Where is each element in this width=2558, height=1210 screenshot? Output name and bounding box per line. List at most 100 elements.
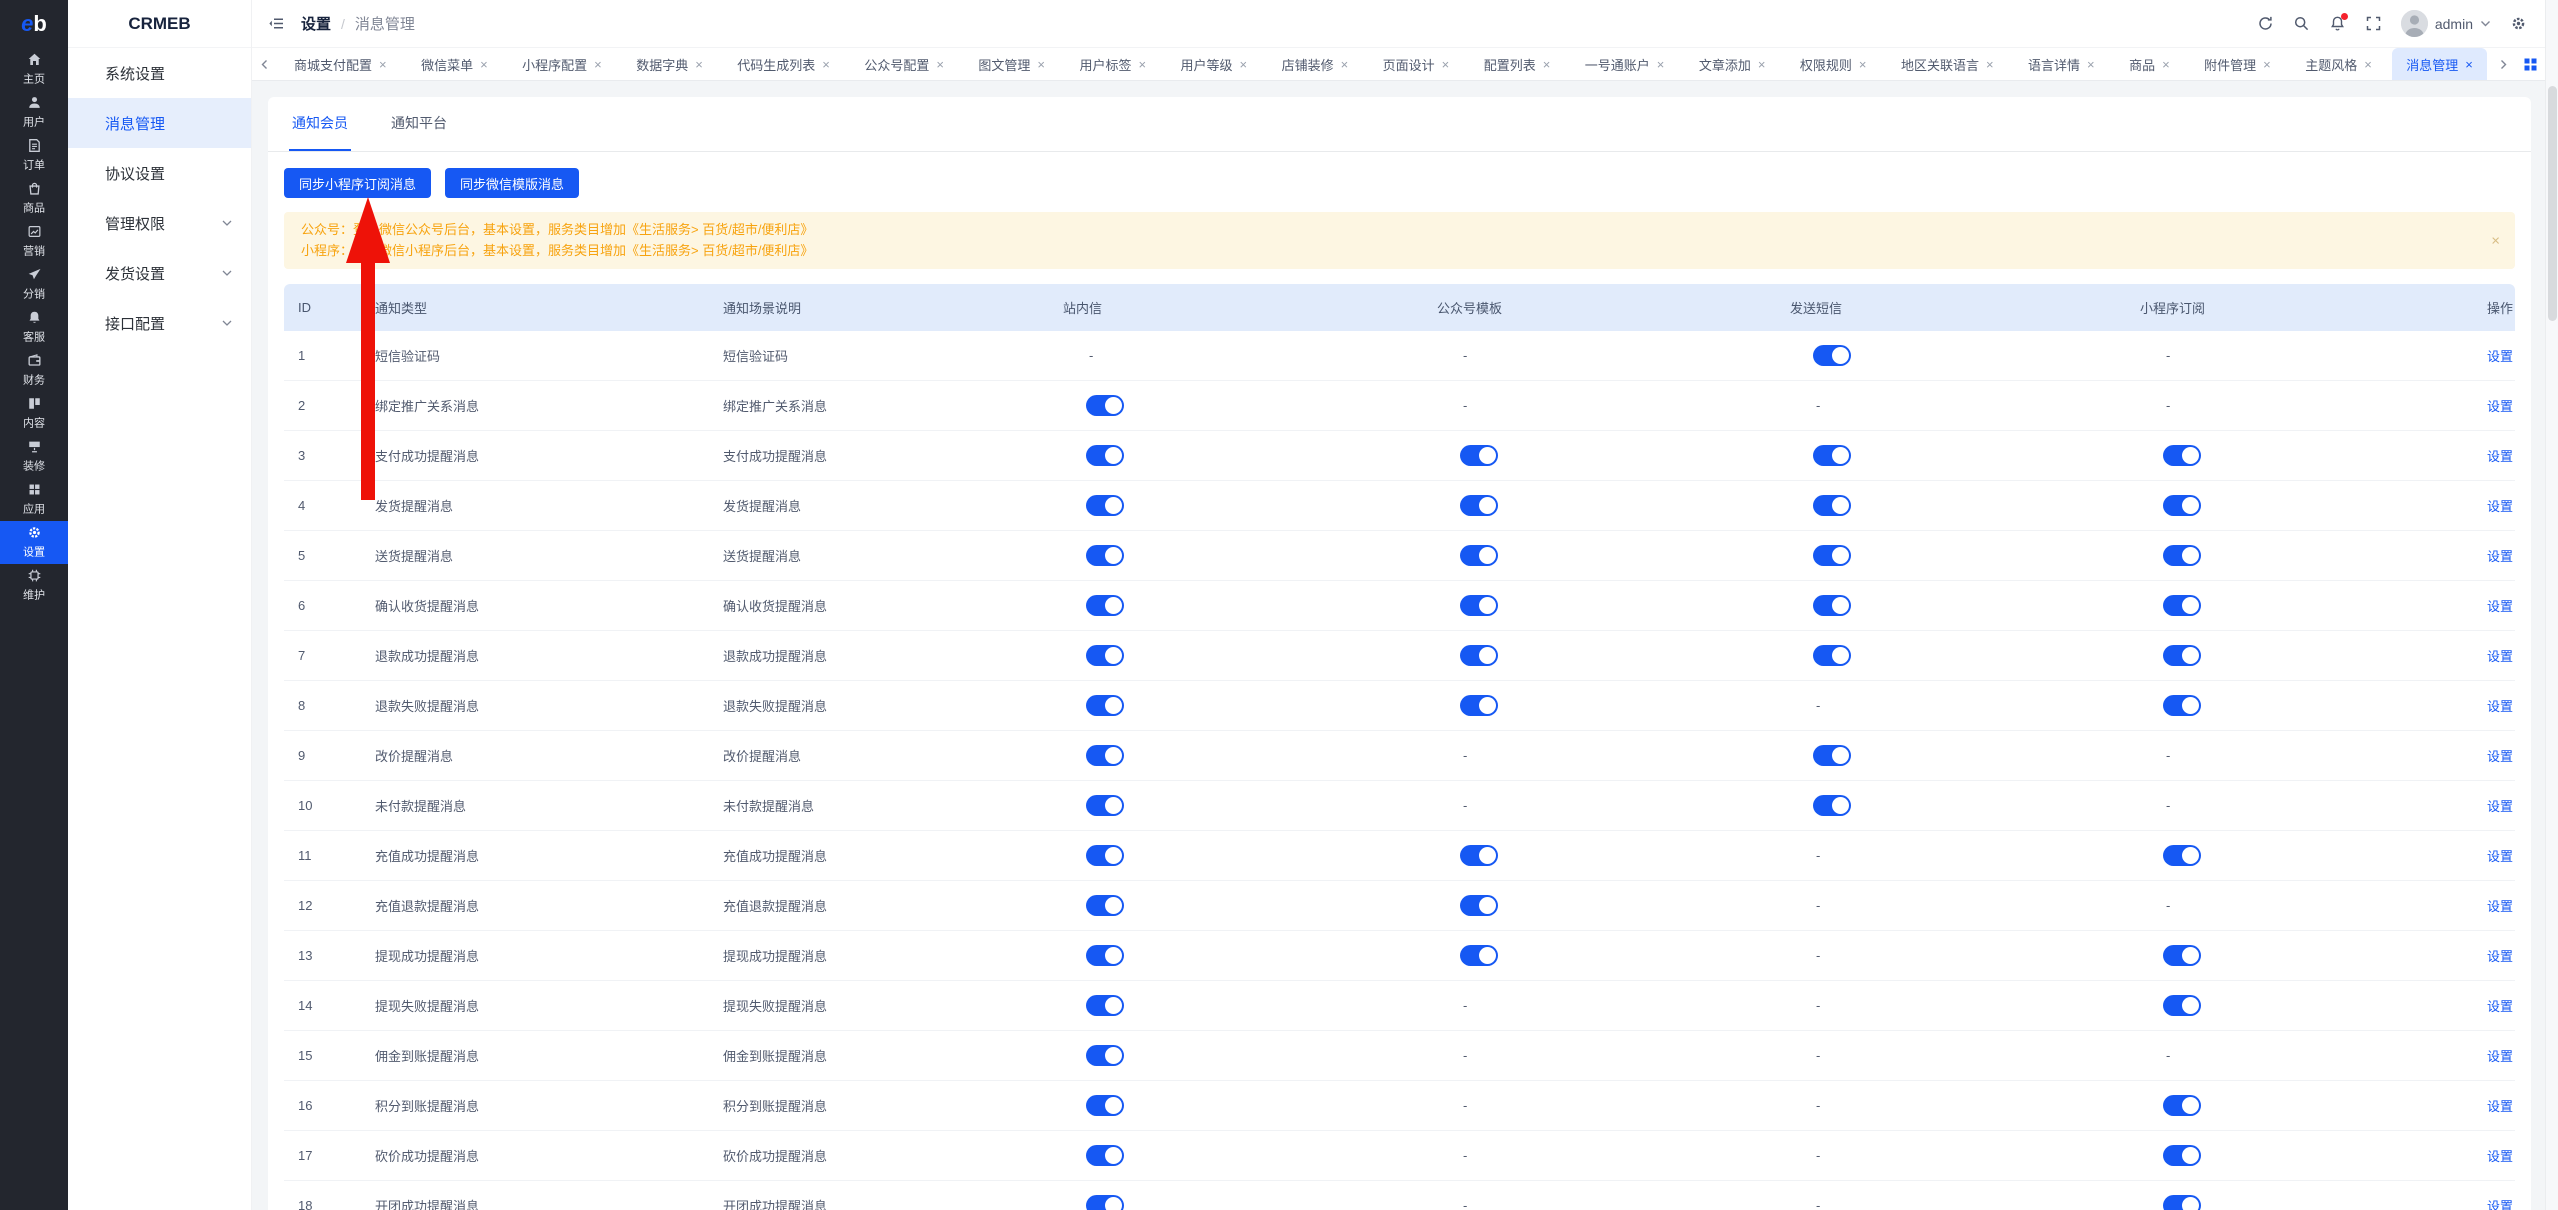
sidebar-item-agreement-settings[interactable]: 协议设置 xyxy=(68,148,251,198)
toggle-site-message[interactable] xyxy=(1086,645,1124,666)
toggle-site-message[interactable] xyxy=(1086,1045,1124,1066)
rail-item-goods[interactable]: 商品 xyxy=(0,177,68,220)
window-tab-16[interactable]: 语言详情 × xyxy=(2014,48,2109,80)
close-icon[interactable]: × xyxy=(2465,57,2473,72)
settings-link[interactable]: 设置 xyxy=(2487,399,2513,414)
search-icon[interactable] xyxy=(2293,15,2310,32)
window-tab-11[interactable]: 配置列表 × xyxy=(1470,48,1565,80)
toggle-send-sms[interactable] xyxy=(1813,745,1851,766)
close-icon[interactable]: × xyxy=(1859,57,1867,72)
rail-item-marketing[interactable]: 营销 xyxy=(0,220,68,263)
settings-link[interactable]: 设置 xyxy=(2487,1099,2513,1114)
toggle-miniprogram-subscribe[interactable] xyxy=(2163,495,2201,516)
toggle-official-template[interactable] xyxy=(1460,645,1498,666)
sync-miniprogram-subscribe-button[interactable]: 同步小程序订阅消息 xyxy=(284,168,432,198)
sidebar-item-admin-permission[interactable]: 管理权限 xyxy=(68,198,251,248)
toggle-miniprogram-subscribe[interactable] xyxy=(2163,695,2201,716)
settings-link[interactable]: 设置 xyxy=(2487,649,2513,664)
toggle-send-sms[interactable] xyxy=(1813,545,1851,566)
sidebar-item-message-management[interactable]: 消息管理 xyxy=(68,98,251,148)
close-icon[interactable]: × xyxy=(1037,57,1045,72)
rail-item-settings[interactable]: 设置 xyxy=(0,521,68,564)
settings-link[interactable]: 设置 xyxy=(2487,549,2513,564)
toggle-site-message[interactable] xyxy=(1086,745,1124,766)
window-tab-7[interactable]: 用户标签 × xyxy=(1065,48,1160,80)
close-icon[interactable]: × xyxy=(2364,57,2372,72)
close-icon[interactable]: × xyxy=(695,57,703,72)
toggle-miniprogram-subscribe[interactable] xyxy=(2163,845,2201,866)
window-tab-20[interactable]: 消息管理 × xyxy=(2392,48,2487,80)
toggle-official-template[interactable] xyxy=(1460,695,1498,716)
toggle-official-template[interactable] xyxy=(1460,545,1498,566)
toggle-send-sms[interactable] xyxy=(1813,645,1851,666)
close-icon[interactable]: × xyxy=(1657,57,1665,72)
notification-bell-icon[interactable] xyxy=(2329,13,2348,32)
window-tab-13[interactable]: 文章添加 × xyxy=(1685,48,1780,80)
close-icon[interactable]: × xyxy=(822,57,830,72)
scrollbar-thumb[interactable] xyxy=(2548,86,2557,321)
close-icon[interactable]: × xyxy=(1758,57,1766,72)
close-icon[interactable]: × xyxy=(1138,57,1146,72)
rail-item-order[interactable]: 订单 xyxy=(0,134,68,177)
rail-item-distribution[interactable]: 分销 xyxy=(0,263,68,306)
toggle-miniprogram-subscribe[interactable] xyxy=(2163,1095,2201,1116)
toggle-site-message[interactable] xyxy=(1086,795,1124,816)
toggle-site-message[interactable] xyxy=(1086,845,1124,866)
close-icon[interactable]: × xyxy=(2162,57,2170,72)
rail-item-maintain[interactable]: 维护 xyxy=(0,564,68,607)
close-icon[interactable]: × xyxy=(2491,233,2500,248)
window-tab-18[interactable]: 附件管理 × xyxy=(2190,48,2285,80)
window-tab-10[interactable]: 页面设计 × xyxy=(1369,48,1464,80)
window-tab-1[interactable]: 微信菜单 × xyxy=(407,48,502,80)
user-menu[interactable]: admin xyxy=(2400,10,2491,37)
toggle-site-message[interactable] xyxy=(1086,1145,1124,1166)
collapse-menu-icon[interactable] xyxy=(268,15,285,32)
settings-link[interactable]: 设置 xyxy=(2487,349,2513,364)
toggle-miniprogram-subscribe[interactable] xyxy=(2163,1145,2201,1166)
toggle-miniprogram-subscribe[interactable] xyxy=(2163,1195,2201,1210)
toggle-miniprogram-subscribe[interactable] xyxy=(2163,945,2201,966)
sync-wechat-template-button[interactable]: 同步微信模版消息 xyxy=(445,168,580,198)
rail-item-finance[interactable]: 财务 xyxy=(0,349,68,392)
sidebar-item-shipping-settings[interactable]: 发货设置 xyxy=(68,248,251,298)
breadcrumb-root[interactable]: 设置 xyxy=(301,13,331,34)
toggle-send-sms[interactable] xyxy=(1813,345,1851,366)
toggle-official-template[interactable] xyxy=(1460,595,1498,616)
toggle-official-template[interactable] xyxy=(1460,945,1498,966)
avatar[interactable] xyxy=(2400,10,2428,37)
toggle-site-message[interactable] xyxy=(1086,395,1124,416)
toggle-site-message[interactable] xyxy=(1086,695,1124,716)
tab-notify-platform[interactable]: 通知平台 xyxy=(388,97,450,151)
window-tab-17[interactable]: 商品 × xyxy=(2115,48,2184,80)
toggle-miniprogram-subscribe[interactable] xyxy=(2163,595,2201,616)
tab-notify-member[interactable]: 通知会员 xyxy=(289,97,351,151)
rail-item-service[interactable]: 客服 xyxy=(0,306,68,349)
toggle-site-message[interactable] xyxy=(1086,495,1124,516)
rail-item-apps[interactable]: 应用 xyxy=(0,478,68,521)
close-icon[interactable]: × xyxy=(1986,57,1994,72)
settings-link[interactable]: 设置 xyxy=(2487,1049,2513,1064)
toggle-site-message[interactable] xyxy=(1086,1095,1124,1116)
refresh-icon[interactable] xyxy=(2257,15,2274,32)
rail-item-content[interactable]: 内容 xyxy=(0,392,68,435)
toggle-site-message[interactable] xyxy=(1086,995,1124,1016)
toggle-send-sms[interactable] xyxy=(1813,445,1851,466)
sidebar-item-system-settings[interactable]: 系统设置 xyxy=(68,48,251,98)
toggle-send-sms[interactable] xyxy=(1813,595,1851,616)
settings-link[interactable]: 设置 xyxy=(2487,999,2513,1014)
toggle-site-message[interactable] xyxy=(1086,445,1124,466)
close-icon[interactable]: × xyxy=(2263,57,2271,72)
toggle-official-template[interactable] xyxy=(1460,895,1498,916)
window-tab-15[interactable]: 地区关联语言 × xyxy=(1887,48,2008,80)
toggle-send-sms[interactable] xyxy=(1813,795,1851,816)
window-tab-2[interactable]: 小程序配置 × xyxy=(508,48,616,80)
settings-link[interactable]: 设置 xyxy=(2487,749,2513,764)
window-tab-8[interactable]: 用户等级 × xyxy=(1167,48,1262,80)
settings-link[interactable]: 设置 xyxy=(2487,499,2513,514)
window-tab-19[interactable]: 主题风格 × xyxy=(2291,48,2386,80)
toggle-site-message[interactable] xyxy=(1086,545,1124,566)
close-icon[interactable]: × xyxy=(1442,57,1450,72)
close-icon[interactable]: × xyxy=(1341,57,1349,72)
toggle-miniprogram-subscribe[interactable] xyxy=(2163,645,2201,666)
settings-link[interactable]: 设置 xyxy=(2487,849,2513,864)
